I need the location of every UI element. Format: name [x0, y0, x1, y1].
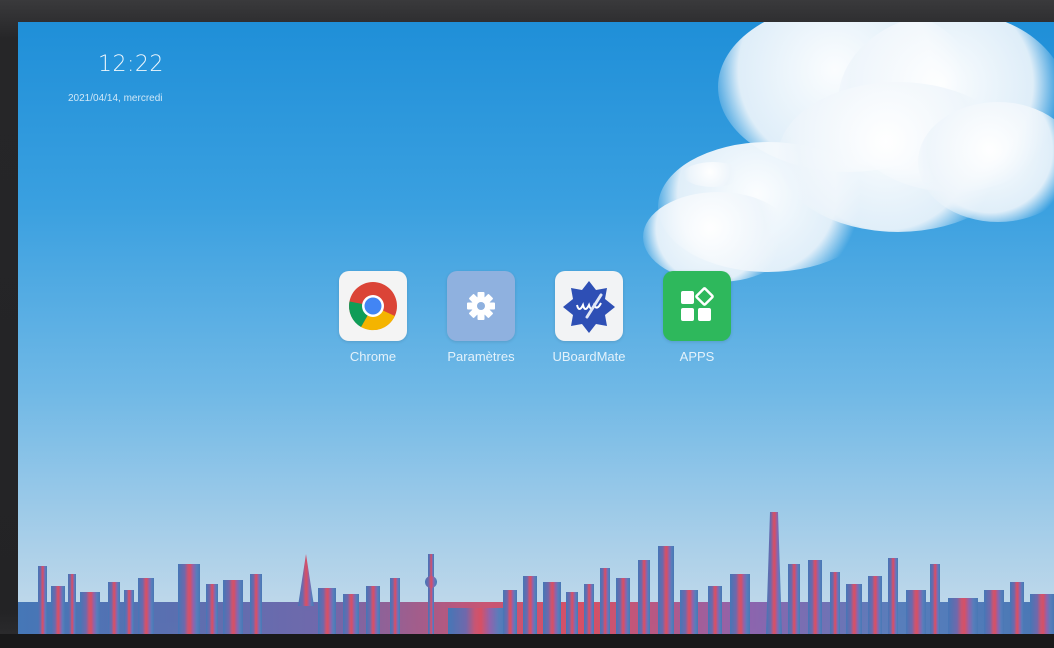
home-screen: 12:22 2021/04/14, mercredi Chrome Paramè… — [18, 22, 1054, 634]
app-uboardmate[interactable]: UBoardMate — [534, 271, 644, 364]
city-skyline-illustration — [18, 512, 1054, 634]
apps-grid-icon — [663, 271, 731, 341]
bezel-bottom — [0, 634, 1054, 648]
clock-time: 12:22 — [98, 52, 164, 77]
chrome-icon — [339, 271, 407, 341]
settings-gear-icon — [447, 271, 515, 341]
app-apps[interactable]: APPS — [642, 271, 752, 364]
app-parametres[interactable]: Paramètres — [426, 271, 536, 364]
app-label-apps: APPS — [679, 349, 715, 364]
app-label-uboardmate: UBoardMate — [552, 349, 626, 364]
app-chrome[interactable]: Chrome — [318, 271, 428, 364]
uboardmate-icon — [555, 271, 623, 341]
clock-date: 2021/04/14, mercredi — [68, 93, 163, 104]
app-label-chrome: Chrome — [349, 349, 397, 364]
app-label-parametres: Paramètres — [447, 349, 515, 364]
